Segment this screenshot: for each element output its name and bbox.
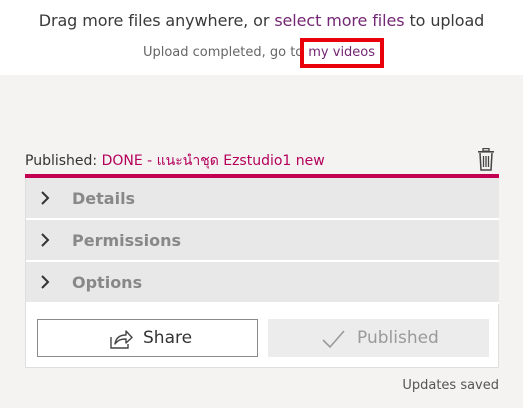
upload-status: Upload completed, go to my videos bbox=[0, 38, 523, 68]
drag-suffix: to upload bbox=[404, 11, 485, 30]
published-label-button: Published bbox=[357, 328, 439, 348]
my-videos-link[interactable]: my videos bbox=[300, 38, 385, 68]
video-title: DONE - แนะนำชุด Ezstudio1 new bbox=[101, 153, 325, 169]
chevron-right-icon bbox=[38, 274, 52, 290]
chevron-right-icon bbox=[38, 190, 52, 206]
trash-icon[interactable] bbox=[475, 147, 497, 172]
checkmark-icon bbox=[321, 328, 345, 350]
published-label: Published: bbox=[25, 153, 102, 169]
video-status-row: Published: DONE - แนะนำชุด Ezstudio1 new bbox=[25, 147, 499, 172]
section-options[interactable]: Options bbox=[26, 262, 499, 304]
section-permissions[interactable]: Permissions bbox=[26, 220, 499, 262]
upload-status-text: Upload completed, go to bbox=[142, 45, 304, 60]
share-icon bbox=[109, 328, 133, 350]
section-details-label: Details bbox=[72, 189, 136, 208]
share-button[interactable]: Share bbox=[37, 319, 258, 357]
drag-instructions: Drag more files anywhere, or select more… bbox=[0, 11, 523, 30]
chevron-right-icon bbox=[38, 232, 52, 248]
section-details[interactable]: Details bbox=[26, 178, 499, 220]
select-more-files-link[interactable]: select more files bbox=[274, 11, 404, 30]
section-options-label: Options bbox=[72, 273, 143, 292]
share-label: Share bbox=[143, 328, 193, 348]
video-card: Details Permissions Options Share Publis… bbox=[25, 178, 499, 368]
drag-prefix: Drag more files anywhere, or bbox=[38, 11, 275, 30]
upload-area[interactable]: Drag more files anywhere, or select more… bbox=[0, 0, 523, 75]
published-button: Published bbox=[268, 319, 489, 357]
updates-saved-status: Updates saved bbox=[402, 378, 499, 393]
section-permissions-label: Permissions bbox=[72, 231, 182, 250]
